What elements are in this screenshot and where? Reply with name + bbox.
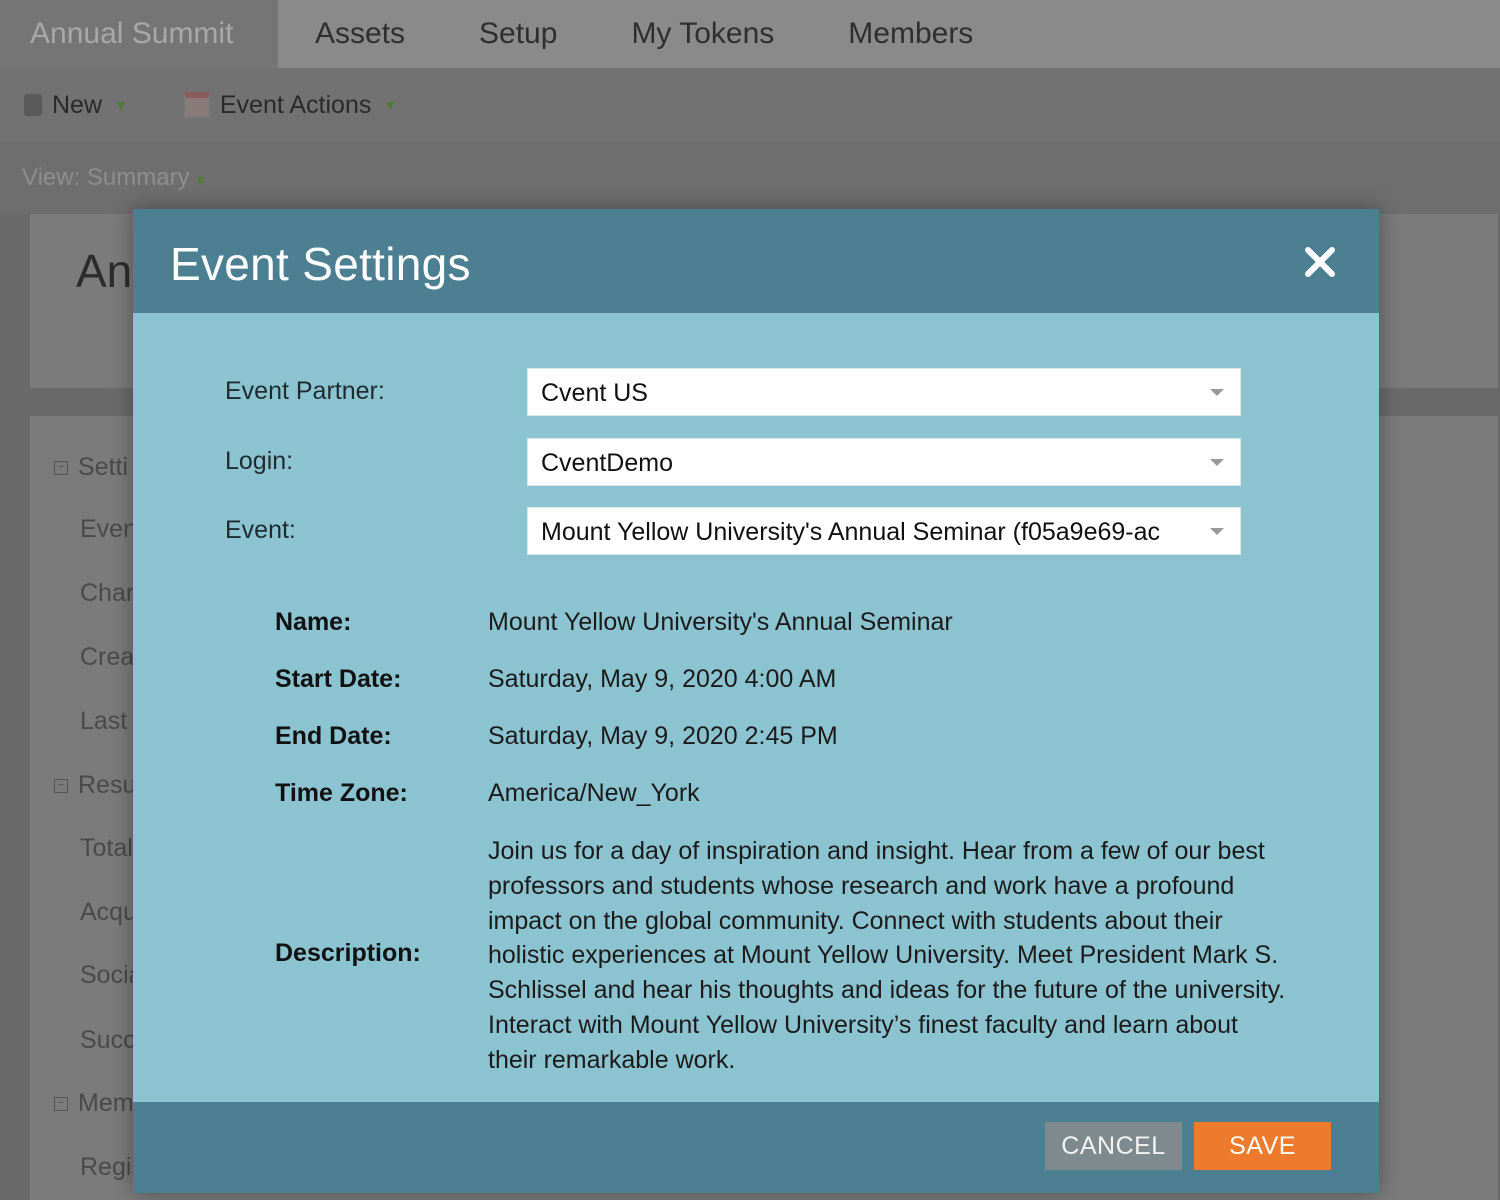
description-value: Join us for a day of inspiration and ins… — [488, 837, 1286, 1074]
end-date-label: End Date: — [275, 722, 392, 750]
start-date-value: Saturday, May 9, 2020 4:00 AM — [488, 665, 837, 693]
row-label: Succ — [80, 1026, 136, 1054]
caret-down-icon: ▼ — [193, 172, 208, 188]
row-label: Total — [80, 834, 133, 862]
name-value: Mount Yellow University's Annual Seminar — [488, 608, 953, 636]
chevron-down-icon — [1210, 528, 1224, 535]
section-members[interactable]: − Mem — [54, 1089, 134, 1118]
tab-setup[interactable]: Setup — [442, 0, 594, 68]
collapse-icon: − — [54, 1097, 68, 1112]
section-results[interactable]: − Resu — [54, 771, 136, 800]
section-settings[interactable]: − Setti — [54, 453, 128, 482]
event-select[interactable]: Mount Yellow University's Annual Seminar… — [527, 507, 1241, 555]
list-item: Last — [80, 707, 127, 736]
list-item: Even — [80, 515, 137, 544]
end-date-value: Saturday, May 9, 2020 2:45 PM — [488, 722, 838, 750]
row-label: Setti — [78, 453, 129, 481]
row-label: Resu — [78, 771, 137, 799]
login-value: CventDemo — [541, 449, 673, 477]
time-zone-label: Time Zone: — [275, 779, 408, 807]
tab-assets[interactable]: Assets — [278, 0, 442, 68]
event-label: Event: — [225, 516, 296, 544]
dialog-title: Event Settings — [170, 238, 471, 290]
row-label: Acqu — [80, 898, 137, 926]
name-label: Name: — [275, 608, 352, 636]
description-label: Description: — [275, 939, 421, 967]
new-icon — [24, 94, 42, 116]
new-menu-button[interactable]: New ▼ — [24, 91, 128, 120]
calendar-icon — [183, 92, 210, 118]
view-selector[interactable]: View: Summary ▼ — [0, 142, 1500, 214]
list-item: Total — [80, 834, 133, 863]
caret-down-icon: ▼ — [383, 97, 398, 113]
collapse-icon: − — [54, 779, 68, 794]
list-item: Char — [80, 579, 134, 608]
toolbar: New ▼ Event Actions ▼ — [0, 68, 1500, 142]
row-label: Crea — [80, 643, 135, 671]
event-settings-dialog: Event Settings Event Partner: Cvent US L… — [133, 209, 1379, 1193]
list-item: Succ — [80, 1026, 136, 1055]
tab-annual-summit[interactable]: Annual Summit — [0, 0, 278, 68]
dialog-header: Event Settings — [133, 209, 1379, 313]
new-label: New — [52, 90, 103, 119]
event-partner-label: Event Partner: — [225, 377, 385, 405]
row-label: Even — [80, 515, 137, 543]
tab-label: Members — [848, 17, 974, 50]
row-label: Last — [80, 707, 128, 735]
tab-label: Assets — [315, 17, 406, 50]
chevron-down-icon — [1210, 459, 1224, 466]
tab-label: Annual Summit — [30, 17, 234, 50]
list-item: Acqu — [80, 898, 137, 927]
collapse-icon: − — [54, 461, 68, 476]
row-label: Char — [80, 579, 135, 607]
tab-label: My Tokens — [631, 17, 775, 50]
top-tab-bar: Annual Summit Assets Setup My Tokens Mem… — [0, 0, 1500, 68]
chevron-down-icon — [1210, 389, 1224, 396]
start-date-label: Start Date: — [275, 665, 402, 693]
login-label: Login: — [225, 447, 294, 475]
event-actions-menu-button[interactable]: Event Actions ▼ — [183, 90, 398, 120]
tab-my-tokens[interactable]: My Tokens — [594, 0, 811, 68]
program-title: An — [76, 245, 133, 297]
event-partner-value: Cvent US — [541, 379, 648, 407]
login-select[interactable]: CventDemo — [527, 438, 1241, 486]
close-icon[interactable] — [1301, 243, 1339, 281]
cancel-button[interactable]: CANCEL — [1045, 1122, 1182, 1170]
row-label: Mem — [78, 1089, 134, 1117]
event-actions-label: Event Actions — [219, 90, 372, 119]
tab-members[interactable]: Members — [811, 0, 1010, 68]
dialog-footer: CANCEL SAVE — [133, 1102, 1379, 1193]
event-partner-select[interactable]: Cvent US — [527, 368, 1241, 416]
time-zone-value: America/New_York — [488, 779, 700, 807]
save-button[interactable]: SAVE — [1194, 1122, 1331, 1170]
event-value: Mount Yellow University's Annual Seminar… — [541, 518, 1161, 546]
tab-label: Setup — [479, 17, 558, 50]
list-item: Crea — [80, 643, 134, 672]
view-label: View: Summary — [22, 164, 190, 191]
caret-down-icon: ▼ — [114, 97, 128, 113]
